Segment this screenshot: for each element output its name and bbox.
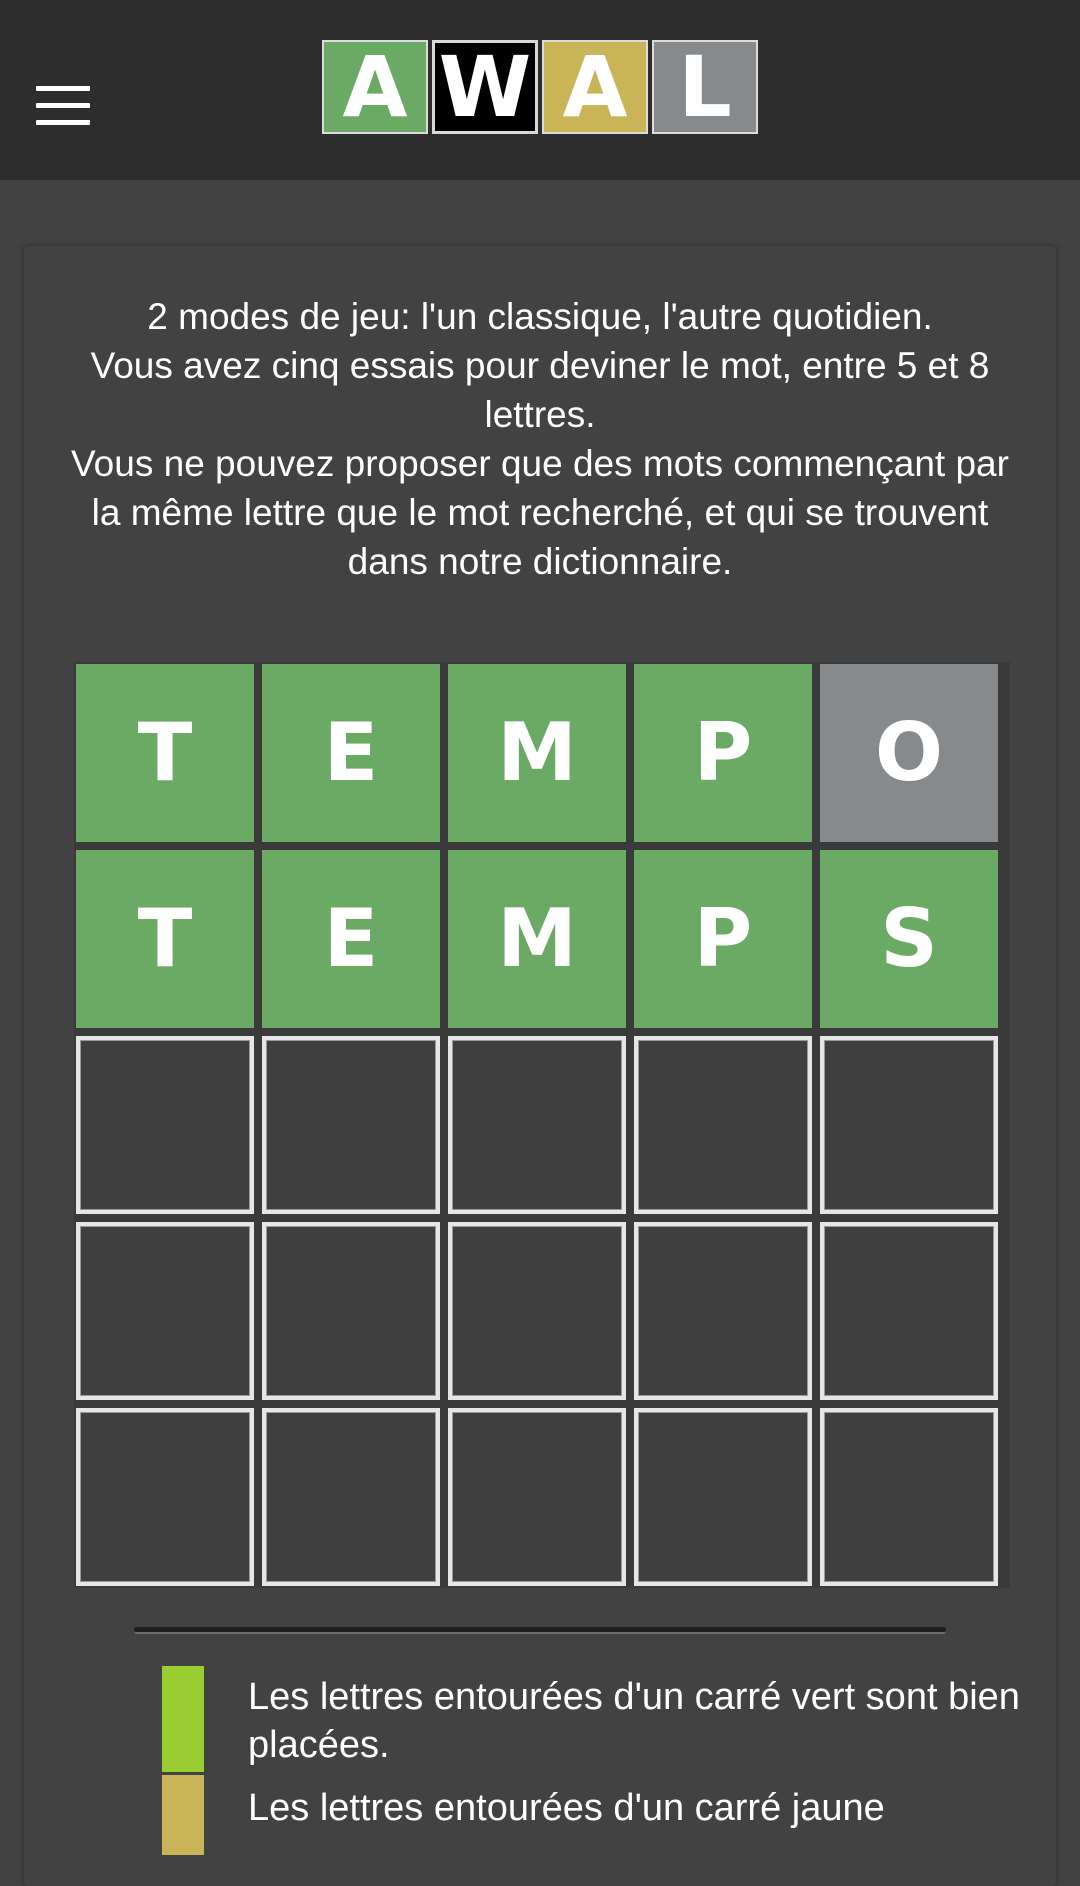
board-tile: E: [262, 664, 440, 842]
legend-green-text: Les lettres entourées d'un carré vert so…: [248, 1676, 1020, 1766]
board-tile: [820, 1036, 998, 1214]
top-bar: A W A L: [0, 0, 1080, 180]
board-tile: [634, 1222, 812, 1400]
rules-intro: 2 modes de jeu: l'un classique, l'autre …: [60, 292, 1020, 586]
logo-tile-2: W: [432, 40, 538, 134]
board-tile: [448, 1408, 626, 1586]
rules-line-attempts: Vous avez cinq essais pour deviner le mo…: [90, 345, 990, 435]
board-tile: E: [262, 850, 440, 1028]
board-tile: T: [76, 850, 254, 1028]
logo-tile-3: A: [542, 40, 648, 134]
hamburger-menu-icon[interactable]: [36, 86, 90, 126]
logo-tile-4: L: [652, 40, 758, 134]
board-tile: [262, 1036, 440, 1214]
board-tile: [448, 1036, 626, 1214]
menu-line: [36, 103, 90, 108]
board-tile: O: [820, 664, 998, 842]
rules-line-dictionary: Vous ne pouvez proposer que des mots com…: [71, 443, 1009, 582]
board-tile: [820, 1222, 998, 1400]
board-tile: [820, 1408, 998, 1586]
board-tile: [76, 1222, 254, 1400]
board-tile: P: [634, 850, 812, 1028]
game-board: TEMPO TEMPS: [74, 662, 1010, 1588]
board-tile: T: [76, 664, 254, 842]
board-tile: M: [448, 850, 626, 1028]
board-tile: [76, 1036, 254, 1214]
board-tile: S: [820, 850, 998, 1028]
awal-logo: A W A L: [322, 40, 758, 136]
board-tile: [634, 1408, 812, 1586]
logo-tile-1: A: [322, 40, 428, 134]
board-tile: M: [448, 664, 626, 842]
menu-line: [36, 86, 90, 91]
rules-line-modes: 2 modes de jeu: l'un classique, l'autre …: [147, 296, 933, 337]
menu-line: [36, 120, 90, 125]
legend-yellow-text: Les lettres entourées d'un carré jaune: [248, 1787, 885, 1829]
board-tile: P: [634, 664, 812, 842]
legend-green-swatch: [162, 1666, 204, 1772]
board-tile: [262, 1222, 440, 1400]
board-tile: [634, 1036, 812, 1214]
legend-yellow-swatch: [162, 1775, 204, 1855]
board-tile: [76, 1408, 254, 1586]
board-tile: [448, 1222, 626, 1400]
divider: [134, 1627, 946, 1634]
board-tile: [262, 1408, 440, 1586]
